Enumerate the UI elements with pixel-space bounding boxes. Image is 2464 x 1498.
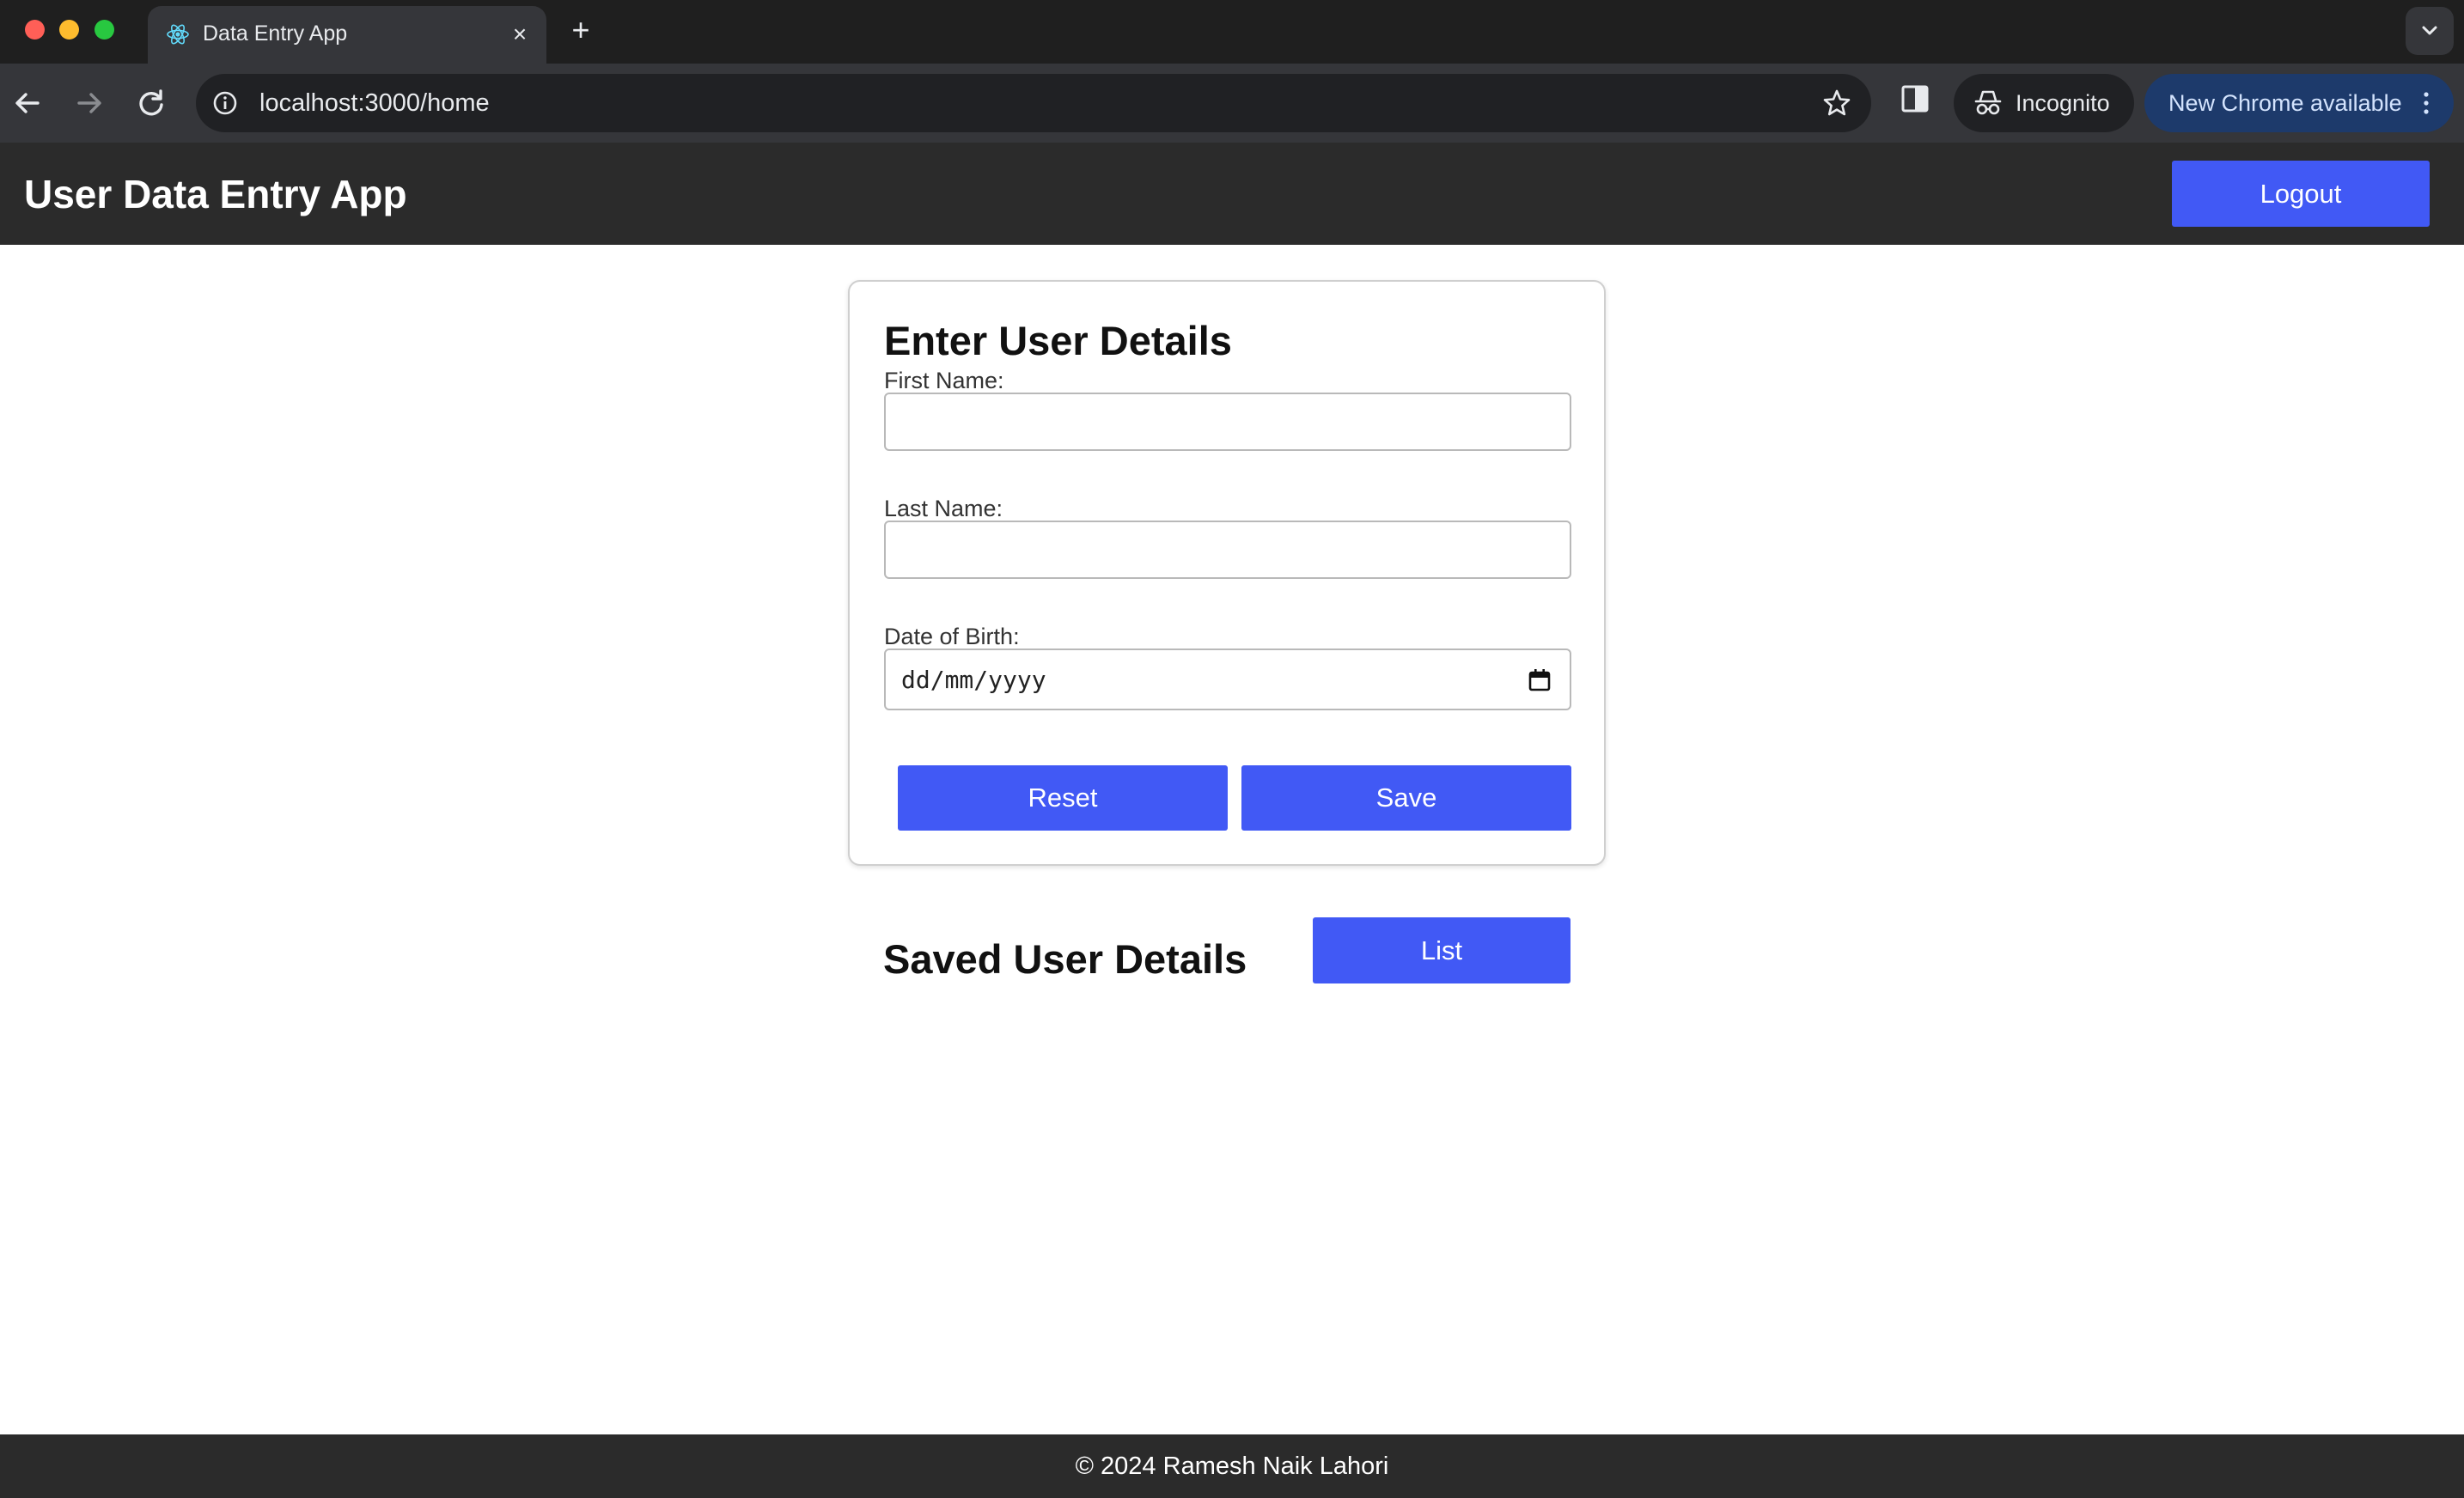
- incognito-chip[interactable]: Incognito: [1954, 74, 2134, 132]
- calendar-icon[interactable]: [1527, 667, 1552, 693]
- form-title: Enter User Details: [884, 318, 1232, 363]
- site-info-icon[interactable]: [211, 89, 239, 117]
- save-button[interactable]: Save: [1241, 765, 1571, 831]
- date-placeholder: dd/mm/yyyy: [901, 666, 1046, 694]
- tab-search-button[interactable]: [2406, 7, 2454, 55]
- new-chrome-available-button[interactable]: New Chrome available: [2144, 74, 2454, 132]
- first-name-label: First Name:: [884, 368, 1004, 393]
- tab-close-icon[interactable]: ×: [505, 20, 534, 49]
- browser-chrome: Data Entry App × + localhost:3000/home I…: [0, 0, 2464, 143]
- update-label: New Chrome available: [2168, 90, 2402, 116]
- browser-toolbar: localhost:3000/home Incognito New Chrome…: [0, 64, 2464, 143]
- kebab-menu-icon[interactable]: [2411, 88, 2442, 119]
- app-title: User Data Entry App: [24, 172, 407, 216]
- chevron-down-icon: [2422, 26, 2437, 35]
- footer: © 2024 Ramesh Naik Lahori: [0, 1434, 2464, 1498]
- minimize-window-button[interactable]: [59, 20, 79, 40]
- incognito-icon: [1974, 90, 2002, 115]
- bookmark-star-icon[interactable]: [1821, 88, 1852, 119]
- user-details-form-card: Enter User Details First Name: Last Name…: [848, 280, 1606, 866]
- browser-tab-active[interactable]: Data Entry App ×: [148, 6, 546, 64]
- address-bar[interactable]: localhost:3000/home: [196, 74, 1871, 132]
- new-tab-button[interactable]: +: [564, 14, 598, 48]
- list-button[interactable]: List: [1313, 917, 1570, 983]
- close-window-button[interactable]: [25, 20, 45, 40]
- maximize-window-button[interactable]: [95, 20, 114, 40]
- app-header: User Data Entry App Logout: [0, 143, 2464, 245]
- url-text: localhost:3000/home: [259, 89, 490, 117]
- incognito-label: Incognito: [2016, 90, 2110, 116]
- tab-strip: Data Entry App × +: [0, 0, 2464, 64]
- footer-copyright: © 2024 Ramesh Naik Lahori: [1075, 1452, 1389, 1480]
- date-of-birth-input[interactable]: dd/mm/yyyy: [884, 649, 1571, 710]
- tab-title: Data Entry App: [203, 21, 348, 46]
- last-name-input[interactable]: [884, 521, 1571, 579]
- date-of-birth-label: Date of Birth:: [884, 624, 1020, 649]
- back-arrow-icon[interactable]: [7, 82, 48, 124]
- last-name-label: Last Name:: [884, 496, 1003, 521]
- reset-button[interactable]: Reset: [898, 765, 1228, 831]
- saved-user-details-title: Saved User Details: [883, 936, 1247, 982]
- first-name-input[interactable]: [884, 393, 1571, 451]
- logout-button[interactable]: Logout: [2172, 161, 2430, 227]
- reload-icon[interactable]: [131, 82, 172, 124]
- side-panel-icon[interactable]: [1899, 82, 1931, 115]
- react-icon: [167, 24, 189, 45]
- forward-arrow-icon[interactable]: [69, 82, 110, 124]
